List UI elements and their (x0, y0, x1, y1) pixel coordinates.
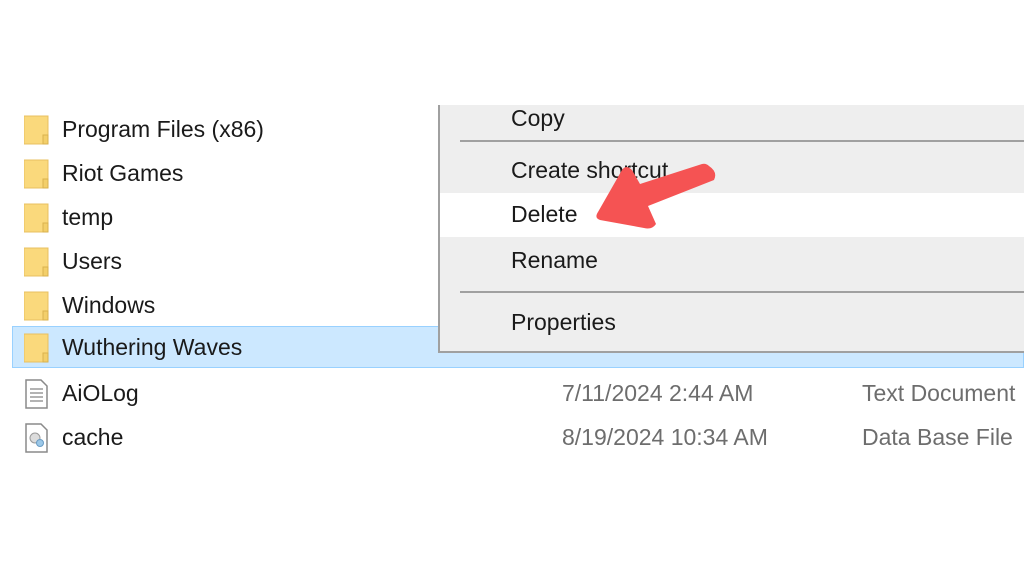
menu-item-label: Properties (511, 309, 616, 335)
text-file-icon (25, 379, 48, 409)
menu-separator (460, 140, 1024, 142)
folder-icon (24, 247, 49, 277)
file-name: Windows (62, 292, 156, 318)
folder-icon (24, 159, 49, 189)
file-name: Program Files (x86) (62, 116, 264, 142)
file-row-aiolog[interactable]: AiOLog 7/11/2024 2:44 AM Text Document (12, 372, 1024, 414)
file-name: Users (62, 248, 123, 274)
file-type: Data Base File (862, 424, 1013, 450)
file-name: temp (62, 204, 114, 230)
menu-item-copy[interactable]: Copy (440, 97, 1024, 141)
menu-item-properties[interactable]: Properties (440, 301, 1024, 345)
folder-icon (24, 291, 49, 321)
file-name: Riot Games (62, 160, 184, 186)
file-name: AiOLog (62, 380, 139, 406)
file-date-modified: 8/19/2024 10:34 AM (562, 424, 768, 450)
context-menu: Copy Create shortcut Delete Rename Prope… (438, 105, 1024, 353)
folder-icon (24, 203, 49, 233)
annotation-arrow-icon (596, 163, 716, 229)
file-date-modified: 7/11/2024 2:44 AM (562, 380, 754, 406)
file-type: Text Document (862, 380, 1016, 406)
menu-item-rename[interactable]: Rename (440, 239, 1024, 283)
file-row-cache[interactable]: cache 8/19/2024 10:34 AM Data Base File (12, 416, 1024, 458)
folder-icon (24, 333, 49, 363)
menu-separator (460, 291, 1024, 293)
menu-item-label: Copy (511, 105, 565, 131)
menu-item-create-shortcut[interactable]: Create shortcut (440, 149, 1024, 193)
menu-item-label: Delete (511, 201, 578, 227)
menu-item-label: Rename (511, 247, 598, 273)
menu-item-delete[interactable]: Delete (440, 193, 1024, 237)
file-name: cache (62, 424, 124, 450)
folder-icon (24, 115, 49, 145)
file-name: Wuthering Waves (62, 334, 243, 360)
database-file-icon (25, 423, 48, 453)
